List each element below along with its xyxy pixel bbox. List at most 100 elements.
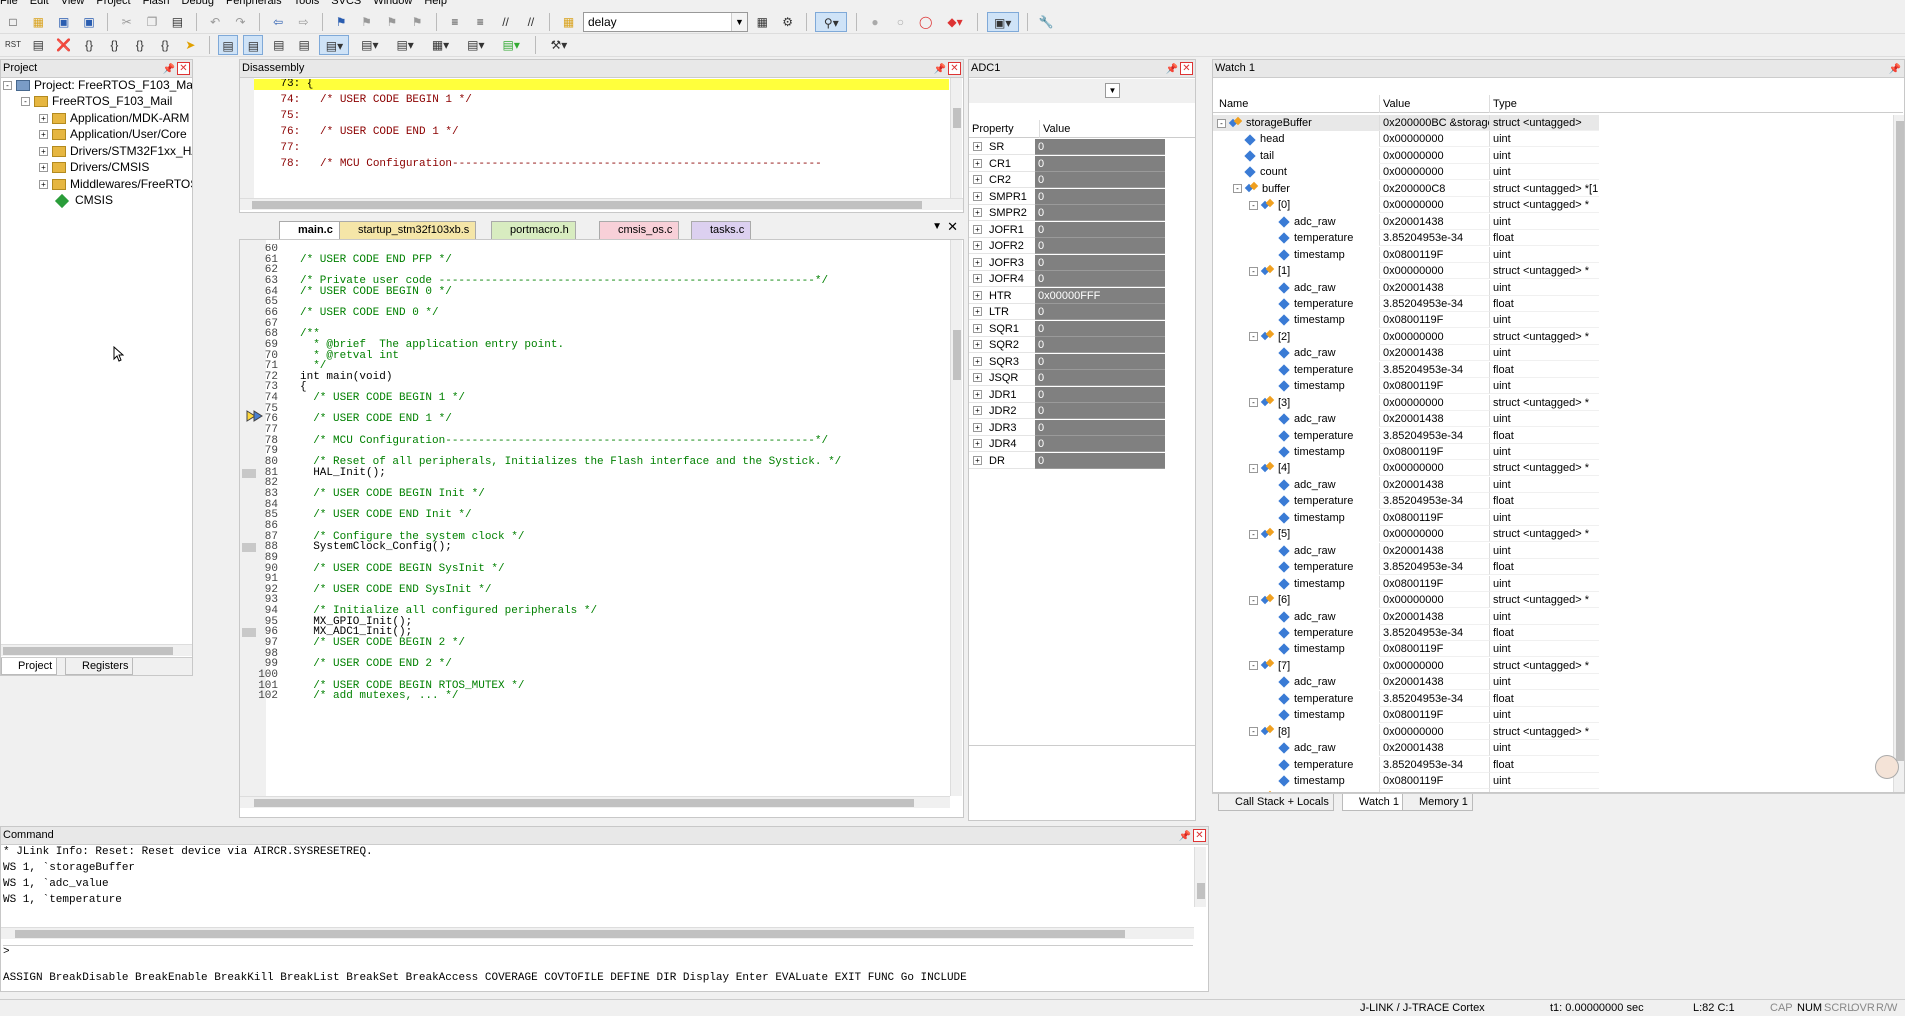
watch-value[interactable]: 0x00000000 (1379, 164, 1489, 181)
menu-edit[interactable]: Edit (30, 0, 49, 7)
watch-row[interactable]: temperature 3.85204953e-34 float (1213, 690, 1603, 707)
undo-icon[interactable]: ↶ (205, 12, 225, 32)
watch-value[interactable]: 0x200000C8 (1379, 180, 1489, 197)
breakpoint-disable-all-icon[interactable]: ◯ (916, 12, 936, 32)
toolbox-icon[interactable]: ⚒▾ (544, 35, 574, 55)
expand-icon[interactable]: + (973, 257, 982, 267)
expand-icon[interactable]: + (39, 114, 48, 124)
close-icon[interactable]: ✕ (177, 62, 190, 75)
watch-value[interactable]: 0x0800119F (1379, 575, 1489, 592)
watch-value[interactable]: 0x00000000 (1379, 526, 1489, 543)
analysis-window-icon[interactable]: ▤▾ (461, 35, 491, 55)
watch-row[interactable]: adc_raw 0x20001438 uint (1213, 345, 1603, 362)
watch-value[interactable]: 0x00000000 (1379, 263, 1489, 280)
watch-row[interactable]: - storageBuffer 0x200000BC &storage...stru… (1213, 115, 1603, 131)
register-row[interactable]: + JDR2 0 (969, 403, 1165, 419)
command-input[interactable]: > (3, 945, 1193, 959)
watch-value[interactable]: 0x00000000 (1379, 328, 1489, 345)
watch-row[interactable]: - [2] 0x00000000 struct <untagged> * (1213, 328, 1603, 345)
bookmark-next-icon[interactable]: ⚑ (382, 12, 402, 32)
avatar[interactable] (1875, 755, 1899, 779)
register-row[interactable]: + JDR1 0 (969, 386, 1165, 403)
find-in-files-icon[interactable]: ▦ (559, 12, 579, 32)
watch-value[interactable]: 0x20001438 (1379, 411, 1489, 428)
register-row[interactable]: + JOFR3 0 (969, 254, 1165, 271)
paste-icon[interactable]: ▤ (167, 12, 187, 32)
menu-svcs[interactable]: SVCS (331, 0, 361, 7)
register-row[interactable]: + SQR3 0 (969, 353, 1165, 370)
register-row[interactable]: + SMPR2 0 (969, 205, 1165, 221)
expand-icon[interactable]: + (39, 130, 48, 140)
indent-icon[interactable]: ≡ (445, 12, 465, 32)
register-value[interactable]: 0 (1035, 370, 1165, 386)
expand-icon[interactable]: + (973, 274, 982, 283)
watch-value[interactable]: 0x00000000 (1379, 197, 1489, 214)
menu-view[interactable]: View (61, 0, 85, 7)
expand-icon[interactable]: + (973, 406, 982, 415)
register-row[interactable]: + CR1 0 (969, 155, 1165, 172)
project-root[interactable]: - Project: FreeRTOS_F103_Mail (3, 77, 192, 93)
watch-row[interactable]: - [1] 0x00000000 struct <untagged> * (1213, 263, 1603, 280)
bookmark-clear-icon[interactable]: ⚑ (407, 12, 427, 32)
menu-tools[interactable]: Tools (294, 0, 320, 7)
open-file-icon[interactable]: ▦ (28, 12, 48, 32)
watch-row[interactable]: timestamp 0x0800119F uint (1213, 509, 1603, 526)
watch-row[interactable]: - buffer 0x200000C8 struct <untagged> *[1..… (1213, 180, 1603, 197)
register-row[interactable]: + JOFR4 0 (969, 271, 1165, 287)
collapse-icon[interactable]: - (1217, 118, 1226, 128)
close-icon[interactable]: ✕ (1193, 829, 1206, 842)
register-value[interactable]: 0 (1035, 304, 1165, 320)
expand-icon[interactable]: + (973, 455, 982, 465)
expand-icon[interactable]: + (973, 241, 982, 250)
close-icon[interactable]: ✕ (948, 62, 961, 75)
watch-row[interactable]: adc_raw 0x20001438 uint (1213, 608, 1603, 625)
watch-row[interactable]: temperature 3.85204953e-34 float (1213, 295, 1603, 312)
menu-window[interactable]: Window (373, 0, 412, 7)
collapse-icon[interactable]: - (1249, 200, 1258, 210)
watch-value[interactable]: 3.85204953e-34 (1379, 624, 1489, 641)
watch-row[interactable]: - [4] 0x00000000 struct <untagged> * (1213, 460, 1603, 477)
watch-value[interactable]: 0x00000000 (1379, 131, 1489, 148)
watch-row[interactable]: timestamp 0x0800119F uint (1213, 707, 1603, 724)
serial-window-icon[interactable]: ▦▾ (426, 35, 456, 55)
pin-icon[interactable]: 📌 (1178, 828, 1192, 845)
new-file-icon[interactable]: □ (3, 12, 23, 32)
watch-row[interactable]: temperature 3.85204953e-34 float (1213, 493, 1603, 510)
watch-value[interactable]: 3.85204953e-34 (1379, 559, 1489, 576)
editor-vscroll[interactable] (950, 240, 962, 796)
expand-icon[interactable]: + (973, 290, 982, 300)
register-value[interactable]: 0x00000FFF (1035, 287, 1165, 304)
chevron-down-icon[interactable]: ▼ (932, 221, 942, 232)
command-hscroll[interactable] (1, 927, 1194, 939)
project-hscroll[interactable] (1, 644, 192, 656)
watch-value[interactable]: 0x0800119F (1379, 509, 1489, 526)
tab-tasks[interactable]: tasks.c (691, 221, 752, 239)
register-row[interactable]: + CR2 0 (969, 172, 1165, 188)
watch-value[interactable]: 0x0800119F (1379, 641, 1489, 658)
editor-lines[interactable]: 60 61/* USER CODE END PFP */62 63/* Privat… (240, 244, 950, 796)
watch-vscroll[interactable] (1893, 115, 1904, 792)
watch-row[interactable]: temperature 3.85204953e-34 float (1213, 756, 1603, 773)
watch-row[interactable]: head 0x00000000 uint (1213, 131, 1603, 148)
tab-project[interactable]: Project (1, 658, 58, 675)
watch-value[interactable]: 3.85204953e-34 (1379, 295, 1489, 312)
watch-value[interactable]: 3.85204953e-34 (1379, 690, 1489, 707)
register-value[interactable]: 0 (1035, 353, 1165, 370)
nav-forward-icon[interactable]: ⇨ (293, 12, 313, 32)
register-value[interactable]: 0 (1035, 139, 1165, 155)
tab-cmsis-os[interactable]: cmsis_os.c (599, 221, 680, 239)
register-value[interactable]: 0 (1035, 386, 1165, 403)
register-row[interactable]: + SMPR1 0 (969, 188, 1165, 205)
watch-value[interactable]: 0x0800119F (1379, 773, 1489, 789)
menu-project[interactable]: Project (96, 0, 130, 7)
tab-portmacro[interactable]: portmacro.h (491, 221, 576, 239)
editor-hscroll[interactable] (240, 796, 950, 808)
disassembly-window-icon[interactable]: ▤ (243, 35, 264, 55)
redo-icon[interactable]: ↷ (230, 12, 250, 32)
close-icon[interactable]: ✕ (947, 219, 958, 235)
watch-row[interactable]: adc_raw 0x20001438 uint (1213, 740, 1603, 757)
collapse-icon[interactable]: - (1249, 727, 1258, 737)
watch-row[interactable]: temperature 3.85204953e-34 float (1213, 559, 1603, 576)
register-value[interactable]: 0 (1035, 403, 1165, 419)
unindent-icon[interactable]: ≡ (470, 12, 490, 32)
